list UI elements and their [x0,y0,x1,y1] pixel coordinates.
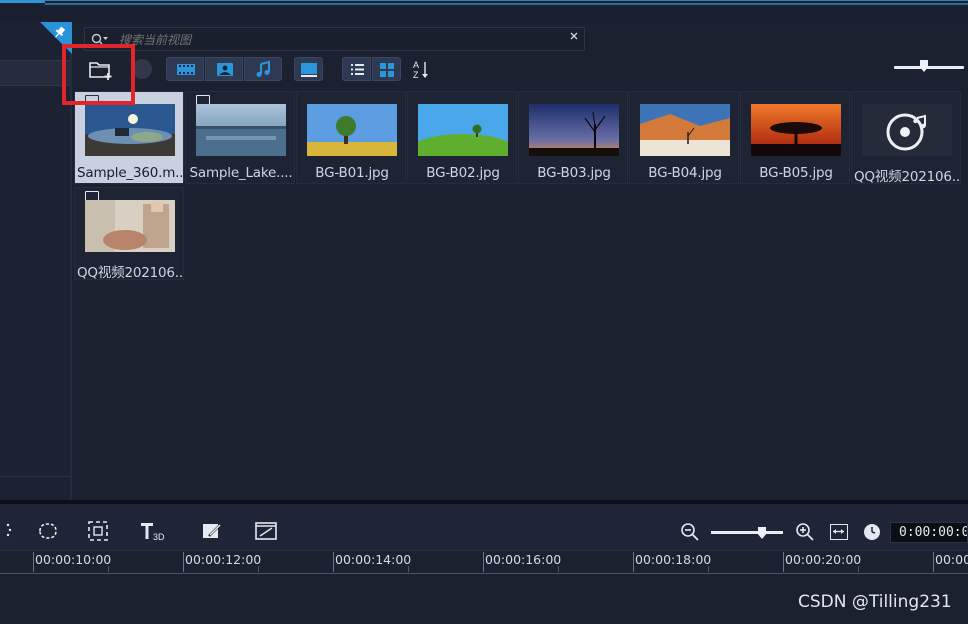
media-thumbnail [85,200,175,252]
ruler-tick [633,552,634,572]
zoom-in-icon[interactable] [795,522,815,542]
ruler-label: 00:00:20:00 [785,552,862,567]
media-item[interactable]: BG-B05.jpg [740,91,850,184]
top-border [45,0,968,1]
media-thumbnail [307,104,397,156]
3d-title-icon[interactable]: 3D [138,519,168,543]
music-note-icon [256,60,270,77]
filter-audio-button[interactable] [244,57,282,81]
media-label: Sample_Lake.... [189,165,293,181]
zoom-out-icon[interactable] [680,522,700,542]
filter-photo-button[interactable] [205,57,243,81]
media-label: BG-B04.jpg [648,165,722,181]
ruler-label: 00:00:10:00 [35,552,112,567]
search-input[interactable] [119,31,549,48]
ruler-label: 00:00 [935,552,968,567]
ruler-tick [708,566,709,572]
svg-text:Z: Z [413,70,419,80]
timeline-zoom-slider[interactable] [711,531,783,534]
media-thumbnail [418,104,508,156]
ruler-tick [333,552,334,572]
active-tab-indicator [0,0,45,3]
ruler-label: 00:00:18:00 [635,552,712,567]
screen-icon [301,63,317,77]
search-box[interactable] [84,27,585,51]
grid-view-button[interactable] [372,57,401,81]
title-view-button[interactable] [294,57,323,81]
list-icon [351,64,364,75]
capture-button[interactable] [132,59,152,79]
crop-frame-icon[interactable] [86,519,110,543]
ruler-tick [408,566,409,572]
app-window: A Z Sample_360.m... [0,0,968,624]
media-label: BG-B01.jpg [315,165,389,181]
audio-disc-icon [862,104,952,156]
timecode-display[interactable]: 0:00:00:0 [890,522,968,543]
ruler-tick [858,566,859,572]
media-label: BG-B05.jpg [759,165,833,181]
video-strip-icon [177,64,195,75]
ruler-label: 00:00:16:00 [485,552,562,567]
filter-video-button[interactable] [166,57,204,81]
media-label: Sample_360.m... [77,165,183,181]
mask-icon[interactable] [36,519,60,543]
media-item[interactable]: QQ视频202106... [851,91,961,184]
media-label: BG-B03.jpg [537,165,611,181]
media-label: QQ视频202106... [77,265,183,279]
watermark-text: CSDN @Tilling231 [798,592,952,612]
media-thumbnail [640,104,730,156]
media-item[interactable]: QQ视频202106... [74,187,184,280]
media-item[interactable]: BG-B03.jpg [518,91,628,184]
media-thumbnail [751,104,841,156]
media-item[interactable]: BG-B04.jpg [629,91,739,184]
ruler-tick [783,552,784,572]
subtitle-edit-icon[interactable] [200,519,224,543]
media-label: BG-B02.jpg [426,165,500,181]
media-thumbnail [196,104,286,156]
ruler-tick [183,552,184,572]
svg-text:A: A [413,60,419,70]
ruler-tick [483,552,484,572]
top-accent-line [45,3,968,5]
sidebar-item-selected[interactable] [0,60,70,86]
motion-icon[interactable] [0,519,24,543]
media-item[interactable]: BG-B01.jpg [296,91,406,184]
clear-icon[interactable] [567,31,581,47]
media-item[interactable]: BG-B02.jpg [407,91,517,184]
ruler-label: 00:00:12:00 [185,552,262,567]
ruler-tick [108,566,109,572]
highlight-box [62,44,135,105]
list-view-button[interactable] [342,57,371,81]
media-thumbnail [85,104,175,156]
sort-button[interactable]: A Z [410,59,432,81]
ruler-tick [558,566,559,572]
media-thumbnail [862,104,952,156]
photo-icon [217,63,233,76]
sort-az-icon: A Z [413,60,428,80]
media-thumbnail [529,104,619,156]
thumbnail-size-slider[interactable] [894,66,964,69]
grid-icon [380,63,394,77]
ruler-tick [933,552,934,572]
svg-text:3D: 3D [153,532,165,542]
media-label: QQ视频202106... [854,169,960,183]
ruler-tick [33,552,34,572]
clock-icon[interactable] [864,524,880,540]
multi-camera-icon[interactable] [254,519,278,543]
fit-to-window-icon[interactable] [830,524,848,540]
ruler-tick [258,566,259,572]
media-item[interactable]: Sample_Lake.... [185,91,295,184]
ruler-label: 00:00:14:00 [335,552,412,567]
sidebar-footer [0,476,70,498]
